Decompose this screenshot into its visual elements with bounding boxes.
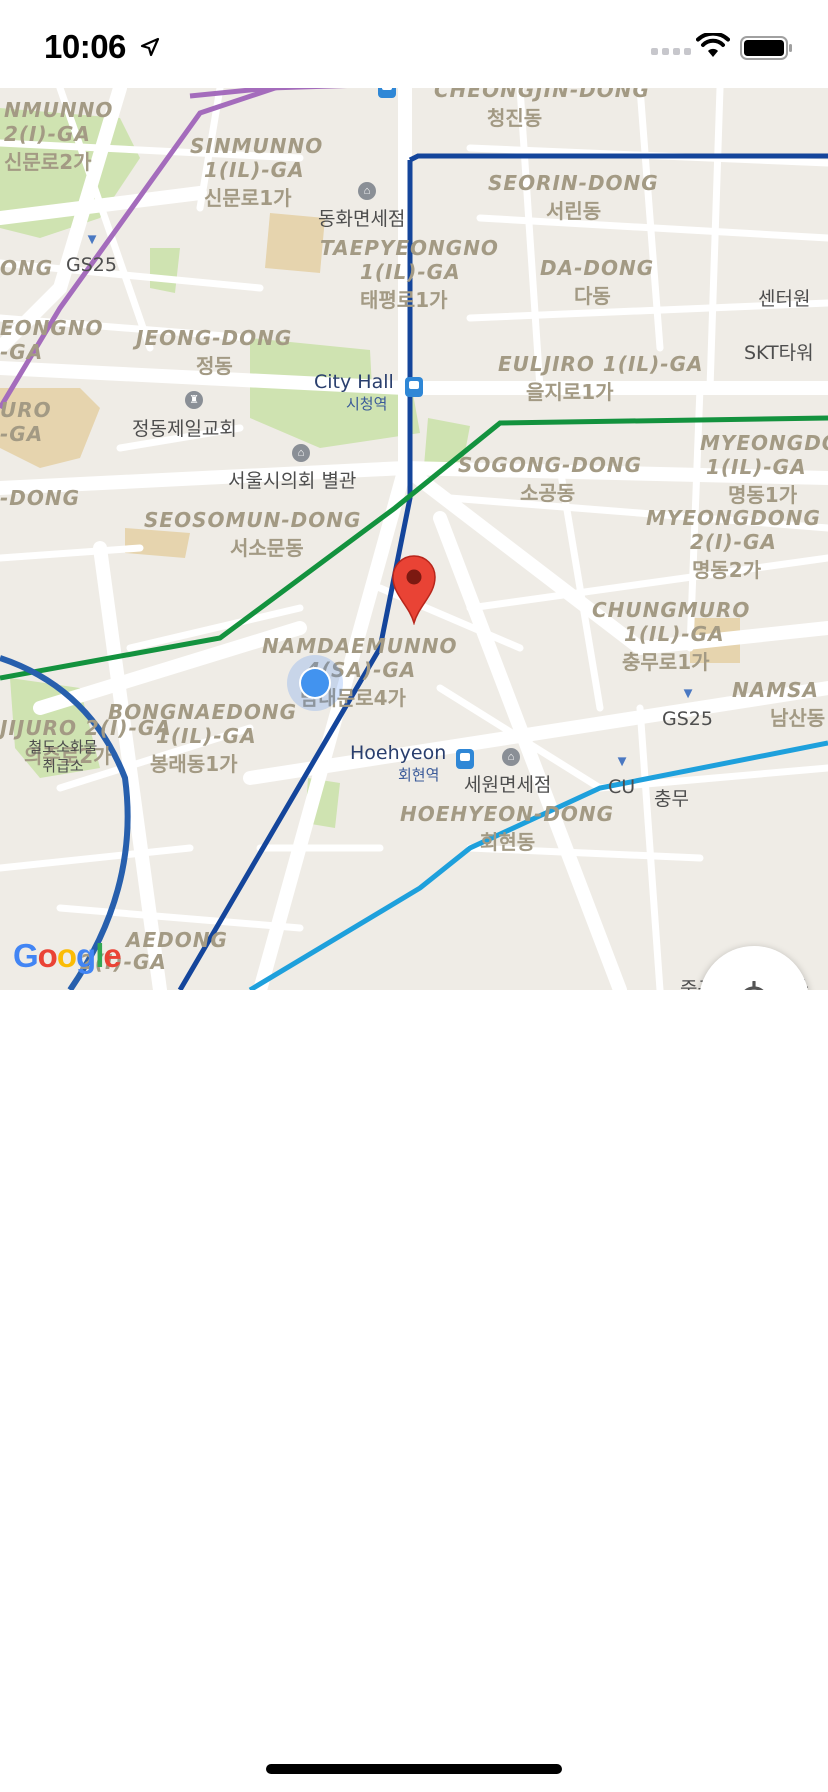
- station-label[interactable]: City Hall: [314, 371, 394, 393]
- area-label-ko: 남산동: [770, 706, 826, 730]
- area-label: 2(I)-GA: [4, 122, 91, 146]
- area-label: SINMUNNO: [190, 134, 324, 158]
- shopping-cart-icon[interactable]: ▼: [82, 232, 102, 248]
- poi-label[interactable]: 센터원: [758, 284, 810, 311]
- area-label-ko: 충무로1가: [622, 650, 710, 674]
- area-label: TAEPYEONGNO: [320, 236, 499, 260]
- area-label: JEONG-DONG: [136, 326, 293, 350]
- area-label: 1(IL)-GA: [360, 260, 461, 284]
- area-label: MYEONGDON: [700, 431, 828, 455]
- my-location-crosshair-icon: [744, 981, 764, 990]
- area-label: JIJURO 2(I)-GA: [0, 716, 172, 740]
- cellular-signal-icon: [651, 48, 691, 55]
- area-label: HOEHYEON-DONG: [400, 802, 615, 826]
- church-icon[interactable]: ♜: [185, 391, 203, 409]
- area-label-ko: 명동1가: [728, 483, 798, 507]
- map-view[interactable]: NMUNNO 2(I)-GA 신문로2가 SINMUNNO 1(IL)-GA 신…: [0, 88, 828, 990]
- station-label-ko[interactable]: 회현역: [398, 764, 439, 785]
- area-label: 1(IL)-GA: [204, 158, 305, 182]
- area-label: DA-DONG: [540, 256, 655, 280]
- area-label: MYEONGDONG: [646, 506, 821, 530]
- status-time: 10:06: [44, 28, 126, 65]
- map-pin-icon[interactable]: [391, 553, 437, 625]
- area-label: 1(IL)-GA: [706, 455, 807, 479]
- area-label: EULJIRO 1(IL)-GA: [498, 352, 704, 376]
- area-label: ONG: [0, 256, 54, 280]
- shopping-bag-icon[interactable]: ⌂: [502, 748, 520, 766]
- poi-label[interactable]: 세원면세점: [464, 770, 551, 797]
- battery-icon: [740, 36, 792, 60]
- area-label-ko: 서린동: [546, 199, 602, 223]
- area-label: NAMDAEMUNNO: [262, 634, 458, 658]
- area-label: SOGONG-DONG: [458, 453, 643, 477]
- area-label: EONGNO: [0, 316, 104, 340]
- area-label-ko: 정동: [196, 354, 233, 378]
- station-label[interactable]: Hoehyeon: [350, 742, 446, 764]
- shopping-bag-icon[interactable]: ⌂: [358, 182, 376, 200]
- poi-label[interactable]: GS25: [662, 708, 713, 730]
- area-label: NMUNNO: [4, 98, 114, 122]
- shopping-cart-icon[interactable]: ▼: [612, 754, 632, 770]
- location-arrow-icon: [140, 37, 160, 57]
- area-label-ko: 청진동: [487, 106, 543, 130]
- station-label-ko[interactable]: 시청역: [346, 393, 387, 414]
- wifi-icon: [696, 33, 730, 57]
- poi-label[interactable]: GS25: [66, 254, 117, 276]
- government-building-icon[interactable]: ⌂: [292, 444, 310, 462]
- poi-label[interactable]: SKT타워: [744, 338, 814, 365]
- area-label: CHUNGMURO: [592, 598, 751, 622]
- poi-label[interactable]: CU: [608, 776, 635, 798]
- subway-station-icon[interactable]: [378, 88, 396, 98]
- area-label-ko: 회현동: [480, 830, 536, 854]
- area-label: 2(I)-GA: [690, 530, 777, 554]
- area-label: -DONG: [0, 486, 81, 510]
- area-label: SEORIN-DONG: [488, 171, 659, 195]
- area-label-ko: 명동2가: [692, 558, 762, 582]
- area-label: AEDONG: [126, 928, 228, 952]
- area-label-ko: 서소문동: [230, 536, 304, 560]
- area-label-ko: 을지로1가: [526, 380, 614, 404]
- current-location-dot: [287, 655, 343, 711]
- poi-label[interactable]: 정동제일교회: [132, 414, 237, 441]
- google-logo: Google: [13, 937, 122, 974]
- area-label: NAMSA: [732, 678, 820, 702]
- home-indicator[interactable]: [266, 1764, 562, 1774]
- shopping-cart-icon[interactable]: ▼: [678, 686, 698, 702]
- poi-label[interactable]: 서울시의회 별관: [228, 466, 356, 493]
- area-label: URO: [0, 398, 52, 422]
- area-label: SEOSOMUN-DONG: [144, 508, 362, 532]
- subway-station-icon[interactable]: [456, 749, 474, 769]
- subway-station-icon[interactable]: [405, 377, 423, 397]
- status-bar: 10:06: [0, 0, 828, 88]
- poi-label[interactable]: 철도소화물 취급소: [20, 738, 106, 776]
- area-label: 1(IL)-GA: [624, 622, 725, 646]
- area-label-ko: 다동: [574, 284, 611, 308]
- area-label-ko: 소공동: [520, 481, 576, 505]
- poi-label[interactable]: 충무: [654, 784, 689, 811]
- area-label-ko: 신문로2가: [4, 150, 92, 174]
- area-label: -GA: [0, 422, 44, 446]
- area-label-ko: 신문로1가: [204, 186, 292, 210]
- area-label-ko: 봉래동1가: [150, 752, 238, 776]
- area-label-ko: 태평로1가: [360, 288, 448, 312]
- area-label: -GA: [0, 340, 44, 364]
- poi-label[interactable]: 동화면세점: [318, 204, 405, 231]
- area-label: CHEONGJIN-DONG: [434, 88, 650, 102]
